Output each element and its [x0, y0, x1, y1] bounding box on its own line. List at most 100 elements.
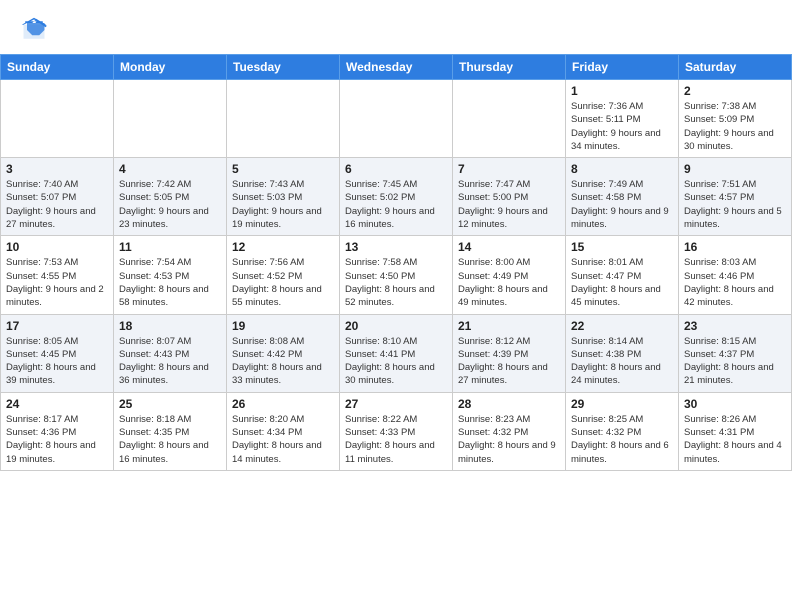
calendar-table: SundayMondayTuesdayWednesdayThursdayFrid… [0, 54, 792, 471]
calendar-cell: 22 Sunrise: 8:14 AM Sunset: 4:38 PM Dayli… [566, 314, 679, 392]
day-number: 27 [345, 397, 447, 411]
calendar-header: SundayMondayTuesdayWednesdayThursdayFrid… [1, 55, 792, 80]
calendar-cell: 24 Sunrise: 8:17 AM Sunset: 4:36 PM Dayli… [1, 392, 114, 470]
day-info: Sunrise: 8:00 AM Sunset: 4:49 PM Dayligh… [458, 256, 560, 309]
calendar-cell: 14Sunrise: 8:00 AM Sunset: 4:49 PM Dayli… [453, 236, 566, 314]
calendar-cell [1, 80, 114, 158]
calendar-cell: 3 Sunrise: 7:40 AM Sunset: 5:07 PM Daylig… [1, 158, 114, 236]
day-info: Sunrise: 7:53 AM Sunset: 4:55 PM Dayligh… [6, 256, 108, 309]
calendar-cell: 2 Sunrise: 7:38 AM Sunset: 5:09 PM Daylig… [679, 80, 792, 158]
day-number: 30 [684, 397, 786, 411]
day-info: Sunrise: 7:56 AM Sunset: 4:52 PM Dayligh… [232, 256, 334, 309]
day-info: Sunrise: 8:08 AM Sunset: 4:42 PM Dayligh… [232, 335, 334, 388]
day-info: Sunrise: 7:43 AM Sunset: 5:03 PM Dayligh… [232, 178, 334, 231]
day-info: Sunrise: 8:14 AM Sunset: 4:38 PM Dayligh… [571, 335, 673, 388]
day-info: Sunrise: 8:07 AM Sunset: 4:43 PM Dayligh… [119, 335, 221, 388]
calendar-cell: 29 Sunrise: 8:25 AM Sunset: 4:32 PM Dayli… [566, 392, 679, 470]
day-info: Sunrise: 7:45 AM Sunset: 5:02 PM Dayligh… [345, 178, 447, 231]
day-info: Sunrise: 8:23 AM Sunset: 4:32 PM Dayligh… [458, 413, 560, 466]
day-info: Sunrise: 8:05 AM Sunset: 4:45 PM Dayligh… [6, 335, 108, 388]
day-number: 3 [6, 162, 108, 176]
page-header [0, 0, 792, 48]
calendar-cell: 1 Sunrise: 7:36 AM Sunset: 5:11 PM Daylig… [566, 80, 679, 158]
calendar-cell [453, 80, 566, 158]
day-info: Sunrise: 8:26 AM Sunset: 4:31 PM Dayligh… [684, 413, 786, 466]
calendar-cell: 5 Sunrise: 7:43 AM Sunset: 5:03 PM Daylig… [227, 158, 340, 236]
calendar-cell: 7 Sunrise: 7:47 AM Sunset: 5:00 PM Daylig… [453, 158, 566, 236]
calendar-cell [227, 80, 340, 158]
day-info: Sunrise: 7:40 AM Sunset: 5:07 PM Dayligh… [6, 178, 108, 231]
day-number: 23 [684, 319, 786, 333]
day-number: 22 [571, 319, 673, 333]
calendar-cell: 16 Sunrise: 8:03 AM Sunset: 4:46 PM Dayli… [679, 236, 792, 314]
day-number: 26 [232, 397, 334, 411]
calendar-cell: 25 Sunrise: 8:18 AM Sunset: 4:35 PM Dayli… [114, 392, 227, 470]
logo-icon [20, 16, 48, 44]
day-number: 1 [571, 84, 673, 98]
day-info: Sunrise: 8:01 AM Sunset: 4:47 PM Dayligh… [571, 256, 673, 309]
day-number: 24 [6, 397, 108, 411]
day-number: 6 [345, 162, 447, 176]
day-info: Sunrise: 8:18 AM Sunset: 4:35 PM Dayligh… [119, 413, 221, 466]
calendar-cell [114, 80, 227, 158]
day-number: 7 [458, 162, 560, 176]
week-row-5: 24 Sunrise: 8:17 AM Sunset: 4:36 PM Dayli… [1, 392, 792, 470]
calendar-cell: 4 Sunrise: 7:42 AM Sunset: 5:05 PM Daylig… [114, 158, 227, 236]
calendar-cell: 23 Sunrise: 8:15 AM Sunset: 4:37 PM Dayli… [679, 314, 792, 392]
day-info: Sunrise: 8:20 AM Sunset: 4:34 PM Dayligh… [232, 413, 334, 466]
weekday-wednesday: Wednesday [340, 55, 453, 80]
calendar-cell: 30 Sunrise: 8:26 AM Sunset: 4:31 PM Dayli… [679, 392, 792, 470]
calendar-cell: 17 Sunrise: 8:05 AM Sunset: 4:45 PM Dayli… [1, 314, 114, 392]
day-number: 11 [119, 240, 221, 254]
logo [20, 16, 52, 44]
week-row-3: 10Sunrise: 7:53 AM Sunset: 4:55 PM Dayli… [1, 236, 792, 314]
calendar-cell: 26 Sunrise: 8:20 AM Sunset: 4:34 PM Dayli… [227, 392, 340, 470]
weekday-sunday: Sunday [1, 55, 114, 80]
day-info: Sunrise: 7:38 AM Sunset: 5:09 PM Dayligh… [684, 100, 786, 153]
calendar-cell: 28 Sunrise: 8:23 AM Sunset: 4:32 PM Dayli… [453, 392, 566, 470]
day-info: Sunrise: 7:42 AM Sunset: 5:05 PM Dayligh… [119, 178, 221, 231]
day-number: 2 [684, 84, 786, 98]
calendar-cell [340, 80, 453, 158]
day-number: 17 [6, 319, 108, 333]
calendar-body: 1 Sunrise: 7:36 AM Sunset: 5:11 PM Daylig… [1, 80, 792, 471]
day-number: 21 [458, 319, 560, 333]
calendar-cell: 6 Sunrise: 7:45 AM Sunset: 5:02 PM Daylig… [340, 158, 453, 236]
calendar-cell: 15 Sunrise: 8:01 AM Sunset: 4:47 PM Dayli… [566, 236, 679, 314]
day-info: Sunrise: 7:47 AM Sunset: 5:00 PM Dayligh… [458, 178, 560, 231]
day-info: Sunrise: 7:54 AM Sunset: 4:53 PM Dayligh… [119, 256, 221, 309]
day-number: 15 [571, 240, 673, 254]
day-info: Sunrise: 8:03 AM Sunset: 4:46 PM Dayligh… [684, 256, 786, 309]
week-row-4: 17 Sunrise: 8:05 AM Sunset: 4:45 PM Dayli… [1, 314, 792, 392]
day-info: Sunrise: 7:58 AM Sunset: 4:50 PM Dayligh… [345, 256, 447, 309]
day-number: 25 [119, 397, 221, 411]
day-number: 18 [119, 319, 221, 333]
day-number: 16 [684, 240, 786, 254]
calendar-cell: 12 Sunrise: 7:56 AM Sunset: 4:52 PM Dayli… [227, 236, 340, 314]
week-row-1: 1 Sunrise: 7:36 AM Sunset: 5:11 PM Daylig… [1, 80, 792, 158]
day-number: 8 [571, 162, 673, 176]
calendar-cell: 9 Sunrise: 7:51 AM Sunset: 4:57 PM Daylig… [679, 158, 792, 236]
calendar-cell: 21Sunrise: 8:12 AM Sunset: 4:39 PM Dayli… [453, 314, 566, 392]
day-info: Sunrise: 8:22 AM Sunset: 4:33 PM Dayligh… [345, 413, 447, 466]
day-number: 19 [232, 319, 334, 333]
day-number: 5 [232, 162, 334, 176]
weekday-saturday: Saturday [679, 55, 792, 80]
calendar-cell: 8Sunrise: 7:49 AM Sunset: 4:58 PM Daylig… [566, 158, 679, 236]
calendar-cell: 19 Sunrise: 8:08 AM Sunset: 4:42 PM Dayli… [227, 314, 340, 392]
day-number: 9 [684, 162, 786, 176]
day-number: 12 [232, 240, 334, 254]
day-number: 29 [571, 397, 673, 411]
calendar-cell: 10Sunrise: 7:53 AM Sunset: 4:55 PM Dayli… [1, 236, 114, 314]
weekday-friday: Friday [566, 55, 679, 80]
weekday-tuesday: Tuesday [227, 55, 340, 80]
day-info: Sunrise: 8:25 AM Sunset: 4:32 PM Dayligh… [571, 413, 673, 466]
weekday-thursday: Thursday [453, 55, 566, 80]
day-info: Sunrise: 8:10 AM Sunset: 4:41 PM Dayligh… [345, 335, 447, 388]
day-info: Sunrise: 7:36 AM Sunset: 5:11 PM Dayligh… [571, 100, 673, 153]
day-info: Sunrise: 8:15 AM Sunset: 4:37 PM Dayligh… [684, 335, 786, 388]
day-info: Sunrise: 7:51 AM Sunset: 4:57 PM Dayligh… [684, 178, 786, 231]
day-number: 28 [458, 397, 560, 411]
day-number: 4 [119, 162, 221, 176]
day-info: Sunrise: 8:17 AM Sunset: 4:36 PM Dayligh… [6, 413, 108, 466]
